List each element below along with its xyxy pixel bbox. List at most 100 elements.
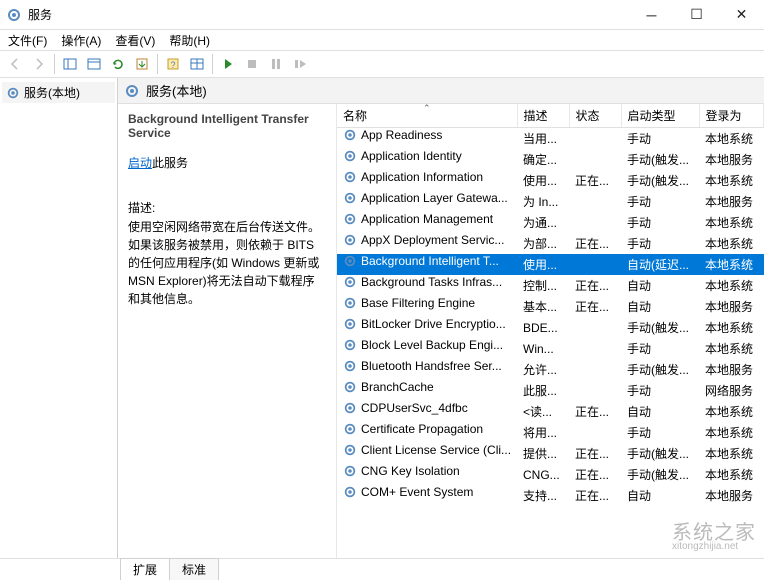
service-logon: 本地系统 [699, 170, 764, 191]
service-logon: 本地服务 [699, 485, 764, 506]
service-row[interactable]: BitLocker Drive Encryptio...BDE...手动(触发.… [337, 317, 764, 338]
start-service-button[interactable] [217, 53, 239, 75]
service-startup: 手动(触发... [621, 149, 699, 170]
menu-action[interactable]: 操作(A) [61, 32, 101, 49]
menu-help[interactable]: 帮助(H) [169, 32, 210, 49]
service-status [569, 338, 621, 359]
service-startup: 手动 [621, 128, 699, 149]
minimize-button[interactable]: ─ [629, 0, 674, 30]
restart-service-button[interactable] [289, 53, 311, 75]
column-startup[interactable]: 启动类型 [621, 104, 699, 128]
service-logon: 本地服务 [699, 191, 764, 212]
service-row[interactable]: Application Layer Gatewa...为 In...手动本地服务 [337, 191, 764, 212]
service-row[interactable]: BranchCache此服...手动网络服务 [337, 380, 764, 401]
service-row[interactable]: Background Tasks Infras...控制...正在...自动本地… [337, 275, 764, 296]
service-logon: 本地系统 [699, 212, 764, 233]
menu-view[interactable]: 查看(V) [115, 32, 155, 49]
service-startup: 手动(触发... [621, 359, 699, 380]
service-desc: 为 In... [517, 191, 569, 212]
tree-root-node[interactable]: 服务(本地) [2, 82, 115, 103]
service-name: CNG Key Isolation [361, 464, 460, 478]
back-button[interactable] [4, 53, 26, 75]
tabs: 扩展 标准 [0, 558, 764, 580]
gear-icon [343, 317, 357, 331]
service-desc: 提供... [517, 443, 569, 464]
service-startup: 自动(延迟... [621, 254, 699, 275]
service-name: COM+ Event System [361, 485, 473, 499]
close-button[interactable]: ✕ [719, 0, 764, 30]
service-name: BitLocker Drive Encryptio... [361, 317, 506, 331]
tab-standard[interactable]: 标准 [169, 558, 219, 580]
service-status: 正在... [569, 170, 621, 191]
service-row[interactable]: COM+ Event System 支持...正在...自动本地服务 [337, 485, 764, 506]
service-row[interactable]: Application Management为通...手动本地系统 [337, 212, 764, 233]
column-status[interactable]: 状态 [569, 104, 621, 128]
service-status [569, 422, 621, 443]
service-startup: 手动 [621, 191, 699, 212]
service-row[interactable]: Block Level Backup Engi...Win...手动本地系统 [337, 338, 764, 359]
service-desc: 当用... [517, 128, 569, 149]
gear-icon [343, 485, 357, 499]
gear-icon [343, 233, 357, 247]
tab-extended[interactable]: 扩展 [120, 558, 170, 580]
service-status [569, 359, 621, 380]
service-logon: 本地服务 [699, 149, 764, 170]
service-row[interactable]: Bluetooth Handsfree Ser...允许...手动(触发...本… [337, 359, 764, 380]
service-status [569, 380, 621, 401]
service-row[interactable]: Client License Service (Cli... 提供...正在...… [337, 443, 764, 464]
service-row[interactable]: Certificate Propagation将用...手动本地系统 [337, 422, 764, 443]
toggle-panel-button[interactable] [59, 53, 81, 75]
refresh-button[interactable] [107, 53, 129, 75]
service-row[interactable]: Application Information使用...正在...手动(触发..… [337, 170, 764, 191]
service-row[interactable]: CNG Key IsolationCNG...正在...手动(触发...本地系统 [337, 464, 764, 485]
start-service-link[interactable]: 启动 [128, 156, 152, 170]
service-startup: 自动 [621, 485, 699, 506]
service-desc: 确定... [517, 149, 569, 170]
export-button[interactable] [131, 53, 153, 75]
forward-button[interactable] [28, 53, 50, 75]
service-desc: 基本... [517, 296, 569, 317]
service-logon: 本地服务 [699, 296, 764, 317]
gear-icon [343, 191, 357, 205]
column-name[interactable]: 名称 [337, 104, 517, 128]
service-row[interactable]: Base Filtering Engine基本...正在...自动本地服务 [337, 296, 764, 317]
service-desc: 控制... [517, 275, 569, 296]
help-button[interactable]: ? [162, 53, 184, 75]
service-startup: 自动 [621, 296, 699, 317]
gear-icon [343, 296, 357, 310]
service-name: Client License Service (Cli... [361, 443, 511, 457]
gear-icon [343, 464, 357, 478]
column-logon[interactable]: 登录为 [699, 104, 764, 128]
service-row[interactable]: CDPUserSvc_4dfbc<读...正在...自动本地系统 [337, 401, 764, 422]
properties-button[interactable] [83, 53, 105, 75]
service-row[interactable]: Background Intelligent T...使用...自动(延迟...… [337, 254, 764, 275]
window-title: 服务 [28, 6, 629, 23]
service-status: 正在... [569, 443, 621, 464]
service-row[interactable]: App Readiness当用...手动本地系统 [337, 128, 764, 149]
service-desc: Win... [517, 338, 569, 359]
service-logon: 本地系统 [699, 128, 764, 149]
service-startup: 手动 [621, 212, 699, 233]
grid-button[interactable] [186, 53, 208, 75]
service-startup: 手动 [621, 380, 699, 401]
service-status [569, 128, 621, 149]
app-icon [6, 7, 22, 23]
service-desc: 支持... [517, 485, 569, 506]
gear-icon [343, 443, 357, 457]
column-desc[interactable]: 描述 [517, 104, 569, 128]
gear-icon [343, 275, 357, 289]
gear-icon [343, 254, 357, 268]
stop-service-button[interactable] [241, 53, 263, 75]
service-row[interactable]: AppX Deployment Servic...为部...正在...手动本地系… [337, 233, 764, 254]
service-row[interactable]: Application Identity确定...手动(触发...本地服务 [337, 149, 764, 170]
service-status: 正在... [569, 485, 621, 506]
pause-service-button[interactable] [265, 53, 287, 75]
service-desc: 将用... [517, 422, 569, 443]
menu-file[interactable]: 文件(F) [8, 32, 47, 49]
maximize-button[interactable]: ☐ [674, 0, 719, 30]
gear-icon [343, 128, 357, 142]
gear-icon [343, 359, 357, 373]
breadcrumb: 服务(本地) [118, 78, 764, 104]
service-desc: 此服... [517, 380, 569, 401]
service-logon: 本地系统 [699, 275, 764, 296]
